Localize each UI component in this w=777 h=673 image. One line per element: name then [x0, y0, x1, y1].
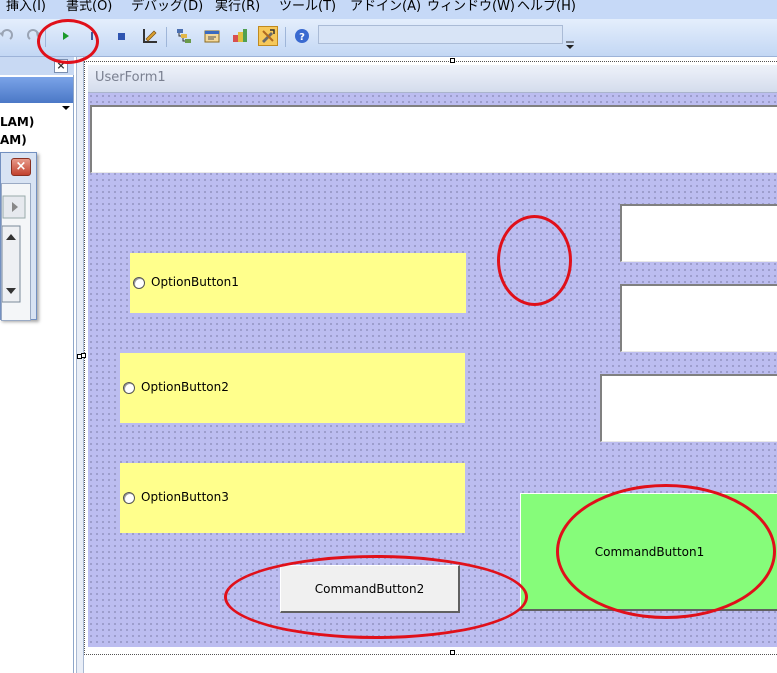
annotation-circle-commandbutton1 [556, 484, 776, 619]
help-icon[interactable]: ? [292, 26, 312, 46]
textbox-right-3[interactable] [600, 374, 777, 442]
properties-icon[interactable] [202, 26, 222, 46]
menu-addins[interactable]: アドイン(A) [350, 0, 421, 19]
design-mode-icon[interactable] [140, 26, 160, 46]
option-button-2[interactable]: OptionButton2 [120, 353, 465, 423]
floating-window: × [0, 152, 37, 321]
menu-insert[interactable]: 挿入(I) [6, 0, 46, 19]
project-explorer-panel: × LAM) AM) [0, 57, 74, 673]
window-splitter[interactable] [76, 57, 84, 673]
userform-title: UserForm1 [95, 70, 166, 85]
annotation-circle-run [37, 19, 99, 64]
svg-text:?: ? [299, 32, 305, 43]
form-resize-handle[interactable] [450, 58, 455, 63]
form-resize-handle[interactable] [81, 353, 86, 358]
chevron-down-icon[interactable] [60, 99, 72, 110]
standard-toolbar: ? [0, 19, 777, 57]
textbox-right-1[interactable] [620, 204, 777, 262]
floating-window-scroll-controls [1, 195, 26, 303]
radio-circle-icon [123, 382, 135, 394]
textbox-right-2[interactable] [620, 284, 777, 352]
option-button-1-label: OptionButton1 [151, 275, 239, 289]
menu-window[interactable]: ウィンドウ(W) [427, 0, 515, 19]
object-browser-icon[interactable] [230, 26, 250, 46]
menu-bar: 挿入(I) 書式(O) デバッグ(D) 実行(R) ツール(T) アドイン(A)… [0, 0, 777, 19]
option-button-1[interactable]: OptionButton1 [130, 253, 466, 313]
project-explorer-icon[interactable] [174, 26, 194, 46]
menu-debug[interactable]: デバッグ(D) [131, 0, 203, 19]
form-resize-handle[interactable] [450, 650, 455, 655]
toolbar-separator [285, 27, 286, 47]
userform-titlebar[interactable]: UserForm1 [88, 65, 777, 93]
radio-circle-icon [133, 277, 145, 289]
menu-help[interactable]: ヘルプ(H) [517, 0, 576, 19]
menu-format[interactable]: 書式(O) [66, 0, 112, 19]
toolbar-location-box [318, 25, 563, 44]
undo-icon[interactable] [0, 26, 16, 46]
menu-run[interactable]: 実行(R) [215, 0, 260, 19]
annotation-circle-empty-area [497, 215, 572, 306]
floating-window-close-button[interactable]: × [11, 158, 31, 176]
project-tree-item[interactable]: LAM) [0, 115, 34, 129]
option-button-2-label: OptionButton2 [141, 380, 229, 394]
reset-icon[interactable] [112, 26, 132, 46]
option-button-3[interactable]: OptionButton3 [120, 463, 465, 533]
toolbox-icon[interactable] [258, 26, 278, 46]
project-tree-item[interactable]: AM) [0, 133, 27, 147]
textbox-top[interactable] [90, 105, 777, 173]
radio-circle-icon [123, 492, 135, 504]
toolbar-options-chevron-icon[interactable] [564, 33, 576, 51]
option-button-3-label: OptionButton3 [141, 490, 229, 504]
toolbar-separator [166, 27, 167, 47]
menu-tools[interactable]: ツール(T) [279, 0, 336, 19]
annotation-circle-commandbutton2 [224, 555, 528, 639]
floating-window-body [1, 183, 31, 321]
